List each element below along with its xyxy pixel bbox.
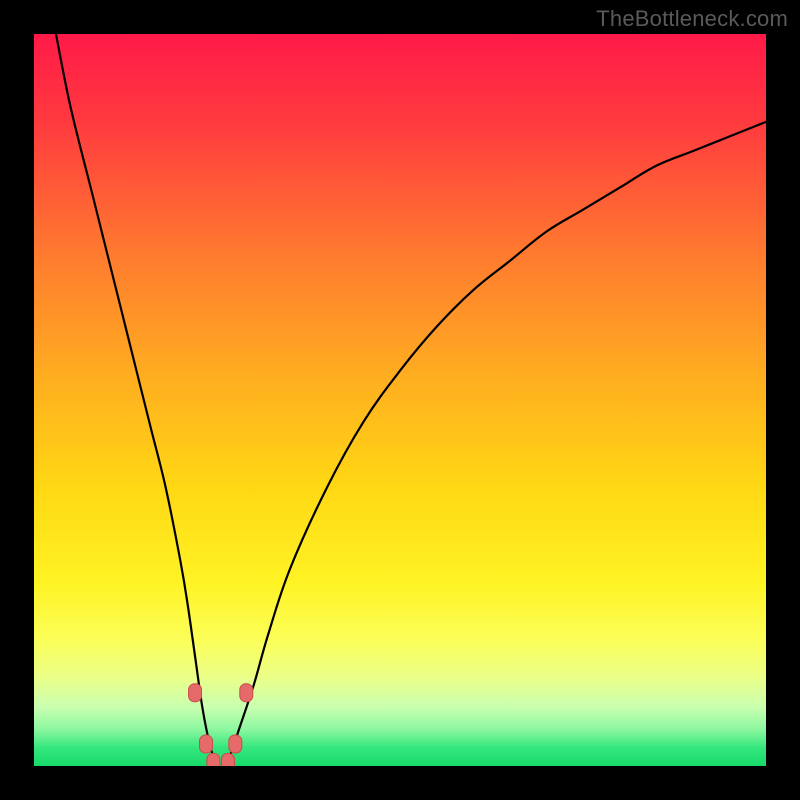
data-marker [221, 753, 234, 766]
chart-frame: TheBottleneck.com [0, 0, 800, 800]
data-marker [189, 684, 202, 702]
data-marker [200, 735, 213, 753]
attribution-text: TheBottleneck.com [596, 6, 788, 32]
plot-area [34, 34, 766, 766]
marker-layer [34, 34, 766, 766]
data-marker [207, 753, 220, 766]
data-marker [229, 735, 242, 753]
data-marker [240, 684, 253, 702]
